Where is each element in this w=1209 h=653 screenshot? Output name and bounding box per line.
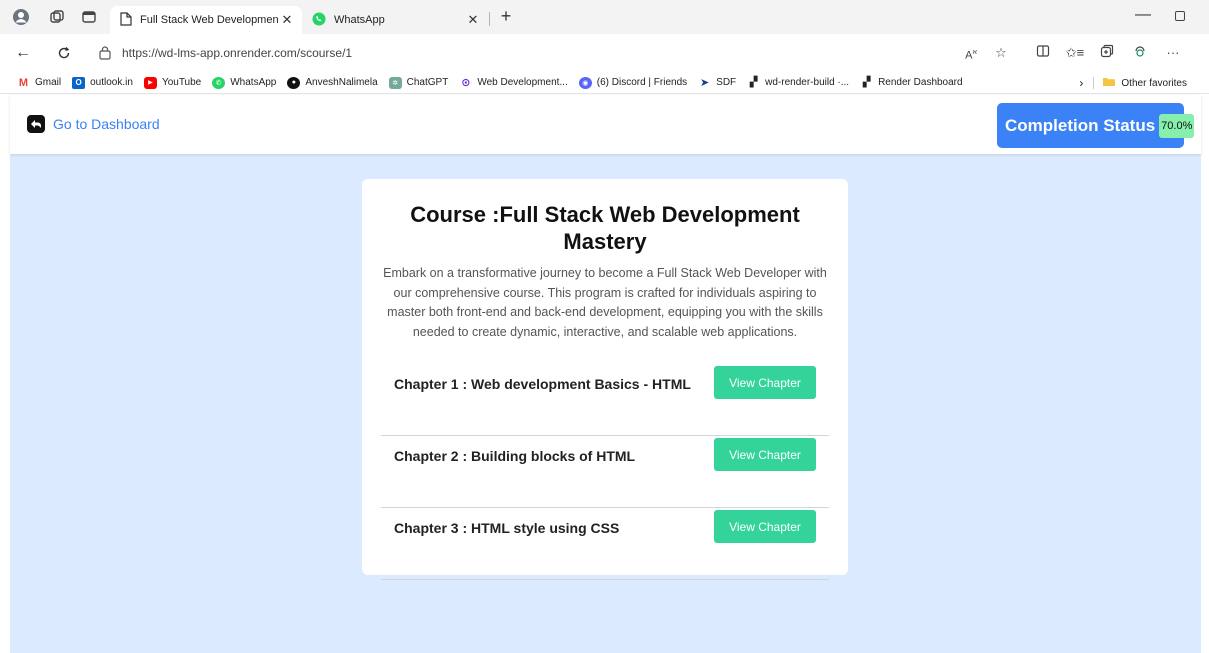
close-tab-icon[interactable]: ✕ — [464, 12, 482, 28]
tab-title: WhatsApp — [334, 14, 385, 26]
collections-icon[interactable] — [1097, 44, 1117, 62]
site-info-icon[interactable] — [98, 45, 114, 61]
bookmark-outlook[interactable]: O outlook.in — [72, 76, 133, 89]
maximize-window-icon[interactable] — [1175, 11, 1185, 21]
chapter-title: Chapter 1 : Web development Basics - HTM… — [394, 376, 691, 392]
profile-icon[interactable] — [12, 8, 30, 26]
back-to-dashboard-icon — [27, 115, 45, 133]
chapter-title: Chapter 3 : HTML style using CSS — [394, 520, 620, 536]
github-icon: ● — [287, 76, 301, 89]
chevron-right-icon[interactable]: › — [1079, 76, 1083, 90]
extensions-icon[interactable] — [1130, 44, 1150, 62]
bookmark-label: wd-render-build ·... — [765, 77, 850, 88]
chapter-row: Chapter 3 : HTML style using CSS View Ch… — [381, 508, 829, 580]
sdf-icon: ➤ — [700, 77, 710, 89]
web-dev-icon: ⊙ — [461, 77, 471, 89]
tab-separator — [489, 12, 490, 26]
favorites-icon[interactable]: ✩≡ — [1065, 44, 1085, 62]
bookmark-label: outlook.in — [90, 77, 133, 88]
view-chapter-button[interactable]: View Chapter — [714, 366, 816, 399]
bookmark-sdf[interactable]: ➤ SDF — [698, 77, 736, 89]
dashboard-link-label: Go to Dashboard — [53, 116, 160, 132]
bookmark-label: WhatsApp — [230, 77, 277, 88]
completion-status-label: Completion Status — [1005, 115, 1156, 135]
gmail-icon: M — [18, 76, 29, 89]
workspaces-icon[interactable] — [48, 8, 66, 26]
page-icon — [120, 11, 132, 29]
more-options-icon[interactable]: ··· — [1163, 44, 1183, 62]
whatsapp-icon: ✆ — [212, 76, 226, 89]
minimize-window-icon[interactable]: — — [1135, 6, 1151, 24]
bookmark-render-dashboard[interactable]: ▞ Render Dashboard — [860, 77, 963, 89]
bookmarks-bar: M Gmail O outlook.in ▶ YouTube ✆ WhatsAp… — [0, 72, 1209, 94]
youtube-icon: ▶ — [143, 76, 157, 89]
whatsapp-icon — [312, 12, 326, 29]
split-screen-icon[interactable] — [1033, 44, 1053, 62]
render-icon: ▞ — [749, 77, 758, 88]
url-text: https://wd-lms-app.onrender.com/scourse/… — [122, 46, 353, 60]
bookmark-whatsapp[interactable]: ✆ WhatsApp — [212, 76, 277, 89]
page-left-gutter — [0, 95, 10, 653]
bookmark-label: AnveshNalimela — [305, 77, 378, 88]
go-to-dashboard-link[interactable]: Go to Dashboard — [27, 115, 160, 133]
page-scrollbar[interactable] — [1201, 95, 1209, 653]
course-description: Embark on a transformative journey to be… — [383, 266, 827, 339]
bookmark-label: Web Development... — [477, 77, 568, 88]
bookmark-label: YouTube — [161, 77, 202, 88]
close-tab-icon[interactable]: ✕ — [278, 12, 296, 28]
bookmark-label: Gmail — [35, 77, 62, 88]
view-chapter-button[interactable]: View Chapter — [714, 438, 816, 471]
bookmark-discord[interactable]: ◉ (6) Discord | Friends — [578, 76, 688, 89]
bookmark-gmail[interactable]: M Gmail — [17, 77, 61, 89]
course-card: Course :Full Stack Web Development Maste… — [362, 179, 848, 580]
read-aloud-icon[interactable]: Aא — [961, 44, 981, 62]
chapter-row: Chapter 2 : Building blocks of HTML View… — [381, 436, 829, 508]
favorite-star-icon[interactable]: ☆ — [991, 44, 1011, 62]
bookmark-label: Render Dashboard — [878, 77, 963, 88]
bookmark-youtube[interactable]: ▶ YouTube — [143, 76, 202, 89]
folder-icon — [1102, 76, 1116, 90]
bookmark-label: SDF — [716, 77, 737, 88]
chapter-title: Chapter 2 : Building blocks of HTML — [394, 448, 636, 464]
browser-tab-bar: Full Stack Web Development Ma ✕ WhatsApp… — [0, 0, 1209, 34]
render-icon: ▞ — [862, 77, 871, 88]
page-viewport: Go to Dashboard Completion Status 70.0% … — [10, 95, 1201, 653]
bookmark-label: (6) Discord | Friends — [596, 77, 688, 88]
url-field[interactable]: https://wd-lms-app.onrender.com/scourse/… — [88, 39, 1008, 67]
bookmark-wd-render-build[interactable]: ▞ wd-render-build ·... — [747, 77, 849, 89]
new-tab-button[interactable]: + — [495, 6, 517, 28]
back-arrow-icon[interactable]: ← — [12, 43, 34, 63]
browser-tab-active[interactable]: Full Stack Web Development Ma ✕ — [110, 6, 302, 34]
discord-icon: ◉ — [578, 76, 592, 89]
completion-percentage: 70.0% — [1159, 113, 1195, 138]
view-chapter-button[interactable]: View Chapter — [714, 510, 816, 543]
tab-title: Full Stack Web Development Ma — [140, 14, 278, 26]
course-title: Course :Full Stack Web Development Maste… — [410, 202, 800, 254]
chatgpt-icon: ✲ — [388, 76, 402, 89]
bookmark-github[interactable]: ● AnveshNalimela — [287, 76, 378, 89]
chapter-row: Chapter 1 : Web development Basics - HTM… — [381, 364, 829, 436]
other-favorites-label: Other favorites — [1121, 77, 1187, 89]
bookmark-label: ChatGPT — [406, 77, 449, 88]
tab-actions-icon[interactable] — [80, 8, 98, 26]
browser-address-bar: ← https://wd-lms-app.onrender.com/scours… — [0, 34, 1209, 72]
bookmark-web-development[interactable]: ⊙ Web Development... — [459, 77, 568, 89]
browser-tab-whatsapp[interactable]: WhatsApp ✕ — [304, 6, 488, 34]
bookmark-chatgpt[interactable]: ✲ ChatGPT — [388, 76, 449, 89]
refresh-icon[interactable] — [53, 43, 75, 63]
other-favorites[interactable]: › Other favorites — [1079, 76, 1187, 90]
bar-divider — [1093, 77, 1095, 89]
completion-status-badge: Completion Status 70.0% — [997, 103, 1195, 148]
outlook-icon: O — [72, 76, 86, 89]
app-navbar: Go to Dashboard Completion Status 70.0% — [10, 95, 1201, 154]
